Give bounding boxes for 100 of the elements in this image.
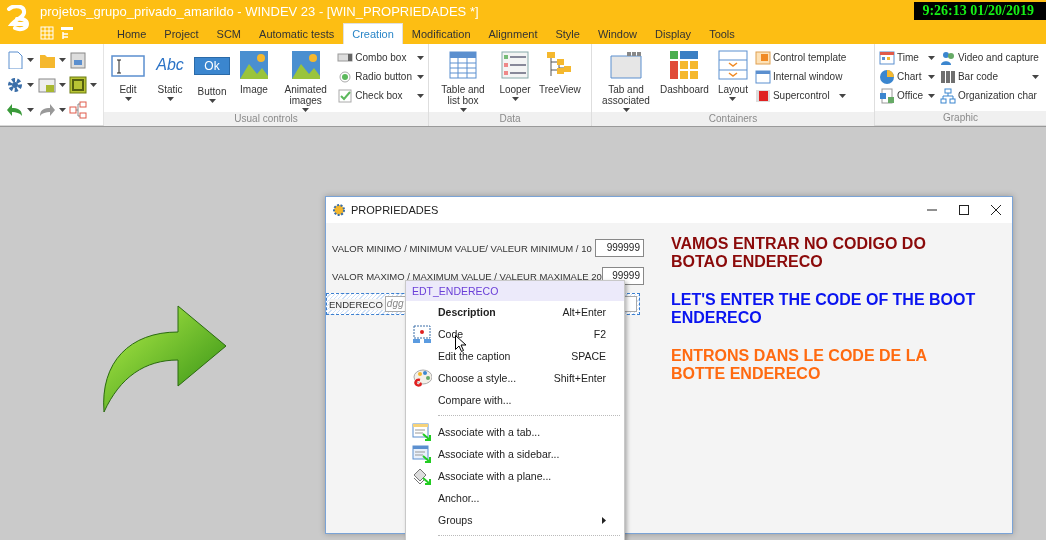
grid-icon <box>40 26 54 40</box>
shortcut-text: F2 <box>593 328 606 340</box>
ribbon-button[interactable]: Abc Static <box>150 44 190 101</box>
maximize-icon <box>959 205 969 215</box>
caret-icon <box>90 83 98 87</box>
hierarchy-icon <box>69 101 88 120</box>
menu-item[interactable]: Associate with a plane... <box>406 465 624 487</box>
dashboard-icon <box>669 50 700 80</box>
ribbon-tab[interactable]: Display <box>646 23 701 44</box>
window-run-icon <box>37 76 56 94</box>
layers-link-icon <box>412 466 432 486</box>
shortcut-text: Shift+Enter <box>553 372 606 384</box>
ribbon-tab[interactable]: Modification <box>402 23 480 44</box>
ribbon-tab[interactable]: Home <box>108 23 156 44</box>
ribbon-button[interactable]: Looper <box>495 44 535 101</box>
ribbon-button[interactable]: Animated images <box>276 44 336 112</box>
ribbon-button[interactable]: Table and list box <box>433 44 493 112</box>
menu-item[interactable]: Associate with a tab... <box>406 421 624 443</box>
close-icon <box>991 205 1001 215</box>
ribbon-tab[interactable]: Alignment <box>479 23 547 44</box>
caret-icon <box>58 108 66 113</box>
ribbon-button[interactable]: Ok Button <box>192 44 232 103</box>
caret-icon <box>27 83 34 87</box>
menu-item-label: Groups <box>438 514 474 526</box>
window-link-icon <box>412 444 432 464</box>
ribbon-tab[interactable]: SCM <box>207 23 251 44</box>
instruction-text: LET'S ENTER THE CODE OF THE BOOT ENDERECO <box>671 291 976 327</box>
ribbon-button[interactable]: Check box <box>337 86 424 105</box>
ribbon-tab[interactable]: Automatic tests <box>250 23 344 44</box>
form-icon <box>60 26 74 40</box>
menu-item-label: Choose a style... <box>438 372 518 384</box>
field-label: VALOR MINIMO / MINIMUM VALUE/ VALEUR MINIMUM / 10 <box>332 242 593 254</box>
square-icon <box>754 87 771 104</box>
window-icon <box>754 68 771 85</box>
ribbon-button[interactable]: Dashboard <box>658 44 711 95</box>
settings-icon <box>6 76 24 94</box>
menu-header: EDT_ENDERECO <box>406 281 624 301</box>
ribbon-tab[interactable]: Project <box>155 23 208 44</box>
ribbon-tab[interactable]: Style <box>546 23 589 44</box>
group-label: Containers <box>592 112 874 126</box>
ribbon-button[interactable]: Image <box>234 44 274 95</box>
window-title: projetos_grupo_privado_amarildo - WINDEV 23 - [WIN_PROPRIEDADES *] <box>40 4 479 19</box>
menu-item[interactable]: Description Alt+Enter <box>406 301 624 323</box>
table-icon <box>448 50 478 80</box>
ribbon-button[interactable]: Edit <box>108 44 148 101</box>
template-icon <box>754 49 771 66</box>
shortcut-text: SPACE <box>571 350 606 362</box>
menu-item-label: Code <box>438 328 465 340</box>
menu-item-label: Edit the caption <box>438 350 512 362</box>
ribbon-button[interactable]: Time <box>879 48 935 67</box>
ribbon-button[interactable]: Control template <box>754 48 847 67</box>
code-icon <box>412 324 432 344</box>
field-label: ENDERECO <box>329 298 385 310</box>
caret-icon <box>27 57 34 62</box>
window-link-icon <box>412 422 432 442</box>
caret-icon <box>27 108 34 113</box>
group-label: Graphic <box>875 111 1046 125</box>
menu-item[interactable]: Edit the caption SPACE <box>406 345 624 367</box>
ribbon-button[interactable]: Office <box>879 86 935 105</box>
image-icon <box>290 50 321 80</box>
field-label: VALOR MAXIMO / MAXIMUM VALUE / VALEUR MAXIMALE 20 <box>332 270 602 282</box>
layout-icon <box>717 50 748 80</box>
run-icon <box>69 76 88 94</box>
new-page-icon <box>6 50 24 69</box>
menu-item[interactable]: Anchor... <box>406 487 624 509</box>
ribbon-button[interactable]: Chart <box>879 67 935 86</box>
icon-text: Abc <box>156 55 184 75</box>
ribbon-tab[interactable]: Window <box>588 23 647 44</box>
menu-item-label: Description <box>438 306 497 318</box>
ribbon-button[interactable]: Radio button <box>337 67 424 86</box>
ribbon-button[interactable]: Bar code <box>939 67 1039 86</box>
ribbon-button[interactable]: Video and capture <box>939 48 1039 67</box>
ribbon-button[interactable]: Organization char <box>939 86 1039 105</box>
menu-item[interactable]: Code F2 <box>406 323 624 345</box>
menu-item[interactable]: Associate with a sidebar... <box>406 443 624 465</box>
menu-item-label: Associate with a tab... <box>438 426 542 438</box>
folder-tab-icon <box>609 50 643 80</box>
ribbon-button[interactable]: Supercontrol <box>754 86 847 105</box>
input-field[interactable]: 999999 <box>595 239 644 257</box>
people-icon <box>939 49 956 66</box>
gear-icon <box>332 203 346 217</box>
palette-icon <box>412 368 432 388</box>
menu-item[interactable]: Groups <box>406 509 624 531</box>
caret-icon <box>58 83 66 87</box>
calendar-icon <box>879 49 895 66</box>
menu-item-label: Anchor... <box>438 492 481 504</box>
ribbon-button[interactable]: Tab and associated <box>596 44 656 112</box>
menu-item-label: Compare with... <box>438 394 513 406</box>
document-icon <box>879 87 895 104</box>
ribbon-button[interactable]: Layout <box>712 44 753 101</box>
ribbon-tab[interactable]: Tools <box>700 23 744 44</box>
menu-item[interactable]: Compare with... <box>406 389 624 411</box>
save-icon <box>69 50 88 69</box>
radio-icon <box>337 68 354 85</box>
ribbon-button[interactable]: Internal window <box>754 67 847 86</box>
ribbon-tab[interactable]: Creation <box>343 23 403 44</box>
menu-item[interactable]: Choose a style... Shift+Enter <box>406 367 624 389</box>
ribbon-button[interactable]: Combo box <box>337 48 424 67</box>
ribbon-button[interactable]: TreeView <box>537 44 583 95</box>
pie-chart-icon <box>879 68 895 85</box>
